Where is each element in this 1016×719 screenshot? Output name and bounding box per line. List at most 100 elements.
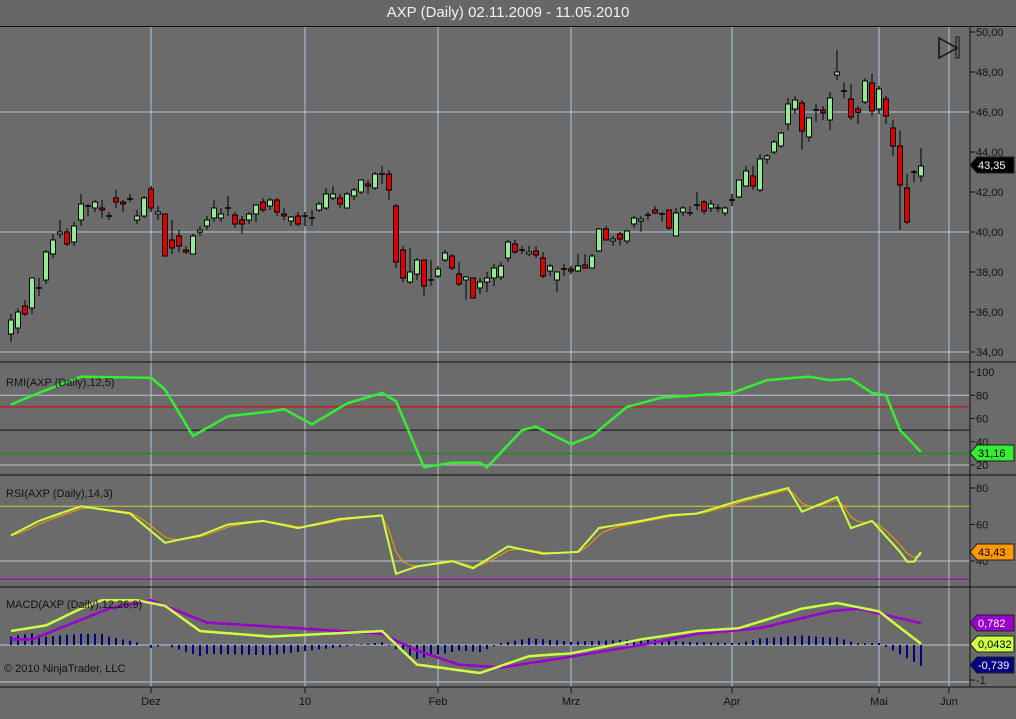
candle	[302, 212, 308, 226]
candle-body	[610, 238, 616, 242]
candle	[36, 278, 42, 296]
candle-body	[155, 211, 161, 215]
candle	[267, 198, 273, 210]
candle-body	[8, 319, 14, 335]
candle-body	[64, 231, 70, 245]
chart-canvas[interactable]: Dez 10 Feb Mrz Apr Mai Jun 34,00 36,00 38,00 40,00…	[0, 0, 1016, 719]
candle-body	[197, 229, 203, 233]
candle	[456, 262, 462, 286]
candle-body	[512, 243, 518, 253]
candle	[344, 192, 350, 209]
candle	[57, 220, 63, 238]
candle-body	[78, 203, 84, 221]
candle	[547, 264, 553, 276]
candle	[197, 226, 203, 236]
y-tick-label: 40,00	[976, 227, 1004, 239]
candle	[589, 254, 595, 269]
candle	[736, 179, 742, 198]
candle	[428, 260, 434, 286]
candle	[750, 166, 756, 190]
candle-body	[722, 207, 728, 214]
candle-body	[904, 187, 910, 223]
candle-body	[778, 132, 784, 147]
y-tick-label: 38,00	[976, 267, 1004, 279]
candle	[253, 204, 259, 222]
candle	[568, 266, 574, 274]
candle-body	[358, 179, 364, 193]
candle	[470, 277, 476, 299]
candle-body	[533, 250, 539, 256]
candle	[764, 154, 770, 164]
candle-body	[400, 249, 406, 279]
candle-body	[617, 233, 623, 240]
candle	[862, 78, 868, 104]
candle-body	[680, 207, 686, 213]
candle	[603, 226, 609, 241]
candle	[309, 210, 315, 226]
candle	[288, 216, 294, 226]
candle-body	[43, 251, 49, 281]
candle	[694, 192, 700, 210]
candle-body	[120, 201, 126, 205]
candle	[624, 230, 630, 244]
candle	[652, 206, 658, 214]
macd-diff-value-tag-text: -0,739	[978, 660, 1009, 672]
candle	[162, 213, 168, 257]
candle	[8, 314, 14, 342]
candle	[407, 248, 413, 284]
price-last-value-tag: 43,35	[969, 156, 1015, 174]
candle-body	[386, 173, 392, 191]
candle	[442, 250, 448, 262]
candle	[638, 216, 644, 232]
candle	[498, 262, 504, 280]
candle	[701, 200, 707, 214]
candle-body	[736, 179, 742, 198]
candle-body	[323, 193, 329, 209]
macd-diff-value-tag: -0,739	[969, 656, 1015, 674]
candle-body	[897, 145, 903, 186]
y-tick-label: 36,00	[976, 307, 1004, 319]
candle	[834, 50, 840, 80]
candle-body	[505, 241, 511, 259]
candle	[771, 140, 777, 154]
y-tick-label: 34,00	[976, 347, 1004, 359]
candle-body	[785, 103, 791, 125]
candle-body	[876, 88, 882, 110]
candle	[274, 198, 280, 216]
candle	[239, 216, 245, 234]
candle	[386, 170, 392, 200]
candle-body	[820, 109, 826, 114]
x-tick-label: Mai	[870, 696, 888, 708]
candle-body	[547, 265, 553, 272]
candle	[876, 86, 882, 114]
candle	[15, 308, 21, 334]
candle	[365, 180, 371, 194]
candle	[92, 200, 98, 212]
candle	[211, 200, 217, 222]
candle-body	[652, 209, 658, 214]
candle-body	[491, 267, 497, 279]
candle-body	[624, 230, 630, 242]
candle-body	[57, 231, 63, 235]
y-tick-label: 46,00	[976, 107, 1004, 119]
y-tick-label: 48,00	[976, 67, 1004, 79]
candle-body	[862, 80, 868, 103]
candle-body	[204, 219, 210, 227]
candle	[260, 198, 266, 212]
candle-body	[288, 216, 294, 222]
candle	[519, 246, 525, 254]
candle-body	[176, 235, 182, 247]
candle	[316, 202, 322, 212]
candle	[393, 204, 399, 268]
candle	[134, 210, 140, 224]
candle-body	[274, 199, 280, 213]
axes: Dez 10 Feb Mrz Apr Mai Jun 34,00 36,00 38,00 40,00…	[0, 27, 1016, 708]
candle	[659, 212, 665, 222]
candle	[106, 212, 112, 220]
grid	[0, 27, 970, 687]
x-tick-label: Apr	[723, 696, 740, 708]
candle-body	[498, 265, 504, 278]
candle	[911, 170, 917, 182]
candle	[722, 206, 728, 216]
candle-body	[540, 257, 546, 277]
